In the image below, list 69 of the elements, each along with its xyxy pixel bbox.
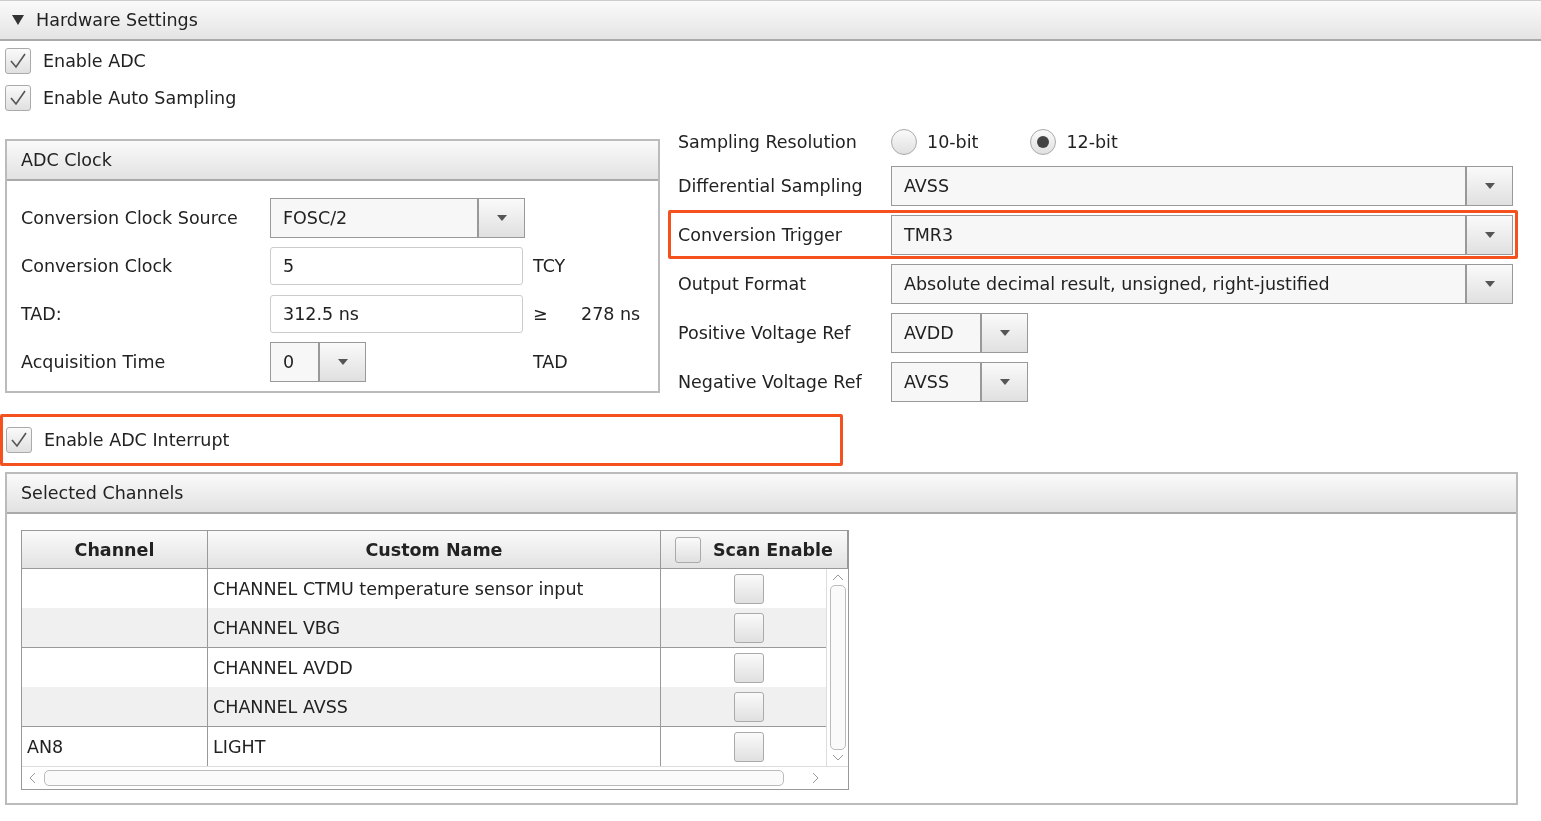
- caret-icon: [999, 329, 1010, 336]
- radio-button[interactable]: [1030, 129, 1057, 155]
- field-label: Output Format: [678, 273, 808, 294]
- table-cell: AN8: [27, 736, 64, 757]
- caret-icon: [1484, 182, 1495, 189]
- dropdown[interactable]: TMR3: [891, 214, 1513, 255]
- checkbox[interactable]: [733, 573, 764, 604]
- scroll-right-icon[interactable]: [812, 772, 820, 784]
- caret-icon: [1484, 280, 1495, 287]
- collapse-triangle-icon: [12, 15, 24, 25]
- column-header-label: Custom Name: [365, 539, 503, 560]
- unit-label: ≥: [533, 304, 548, 324]
- checkbox-label: Enable Auto Sampling: [43, 88, 237, 108]
- checkbox[interactable]: [733, 691, 764, 722]
- checkbox[interactable]: [675, 536, 701, 563]
- field-label: Conversion Clock Source: [21, 208, 239, 228]
- input-field[interactable]: 5: [270, 247, 523, 285]
- panel-title: Selected Channels: [7, 474, 1516, 514]
- column-header-label: Channel: [74, 539, 155, 560]
- field-label: Differential Sampling: [678, 175, 864, 196]
- table-cell: CHANNEL CTMU temperature sensor input: [213, 578, 584, 599]
- section-header[interactable]: Hardware Settings: [0, 0, 1541, 41]
- field-label: Conversion Trigger: [678, 224, 844, 245]
- checkbox[interactable]: [733, 731, 764, 762]
- caret-icon: [337, 359, 348, 365]
- checkbox[interactable]: [5, 85, 31, 111]
- column-header[interactable]: Channel: [22, 531, 208, 569]
- field-label: Conversion Clock: [21, 256, 174, 276]
- radio-label: 12-bit: [1066, 132, 1118, 152]
- dropdown[interactable]: 0: [270, 342, 366, 382]
- checkbox-label: Enable ADC Interrupt: [44, 430, 230, 450]
- scroll-down-icon[interactable]: [831, 754, 844, 762]
- vertical-scrollbar[interactable]: [826, 569, 848, 766]
- caret-icon: [496, 215, 507, 221]
- scroll-left-icon[interactable]: [28, 772, 36, 784]
- min-value-label: 278 ns: [581, 304, 641, 324]
- dropdown[interactable]: Absolute decimal result, unsigned, right-justified: [891, 263, 1513, 304]
- column-header[interactable]: Custom Name: [208, 531, 661, 569]
- input-field[interactable]: 312.5 ns: [270, 295, 523, 333]
- section-title: Hardware Settings: [36, 10, 198, 30]
- table-cell: CHANNEL VBG: [213, 617, 341, 638]
- unit-label: TAD: [533, 352, 568, 372]
- table-cell: CHANNEL AVDD: [213, 657, 353, 678]
- scroll-up-icon[interactable]: [831, 573, 844, 581]
- field-label: TAD:: [21, 304, 63, 324]
- unit-label: TCY: [533, 256, 566, 276]
- dropdown[interactable]: AVDD: [891, 312, 1028, 353]
- field-label: Acquisition Time: [21, 352, 167, 372]
- field-label: Sampling Resolution: [678, 132, 858, 152]
- checkbox[interactable]: [5, 48, 31, 74]
- checkbox[interactable]: [733, 652, 764, 683]
- panel-title: ADC Clock: [7, 141, 658, 181]
- radio-label: 10-bit: [927, 132, 979, 152]
- caret-icon: [1484, 231, 1495, 238]
- horizontal-scrollbar[interactable]: [22, 766, 848, 789]
- table-cell: LIGHT: [213, 736, 266, 757]
- field-label: Positive Voltage Ref: [678, 322, 852, 343]
- checkbox[interactable]: [6, 427, 32, 453]
- radio-button[interactable]: [891, 129, 917, 155]
- dropdown[interactable]: AVSS: [891, 165, 1513, 206]
- column-header-label: Scan Enable: [713, 539, 833, 560]
- checkbox-label: Enable ADC: [43, 51, 146, 71]
- dropdown[interactable]: AVSS: [891, 361, 1028, 402]
- checkbox[interactable]: [733, 612, 764, 643]
- column-header[interactable]: Scan Enable: [661, 531, 848, 569]
- table-cell: CHANNEL AVSS: [213, 696, 348, 717]
- field-label: Negative Voltage Ref: [678, 371, 863, 392]
- caret-icon: [999, 378, 1010, 385]
- dropdown[interactable]: FOSC/2: [270, 198, 525, 238]
